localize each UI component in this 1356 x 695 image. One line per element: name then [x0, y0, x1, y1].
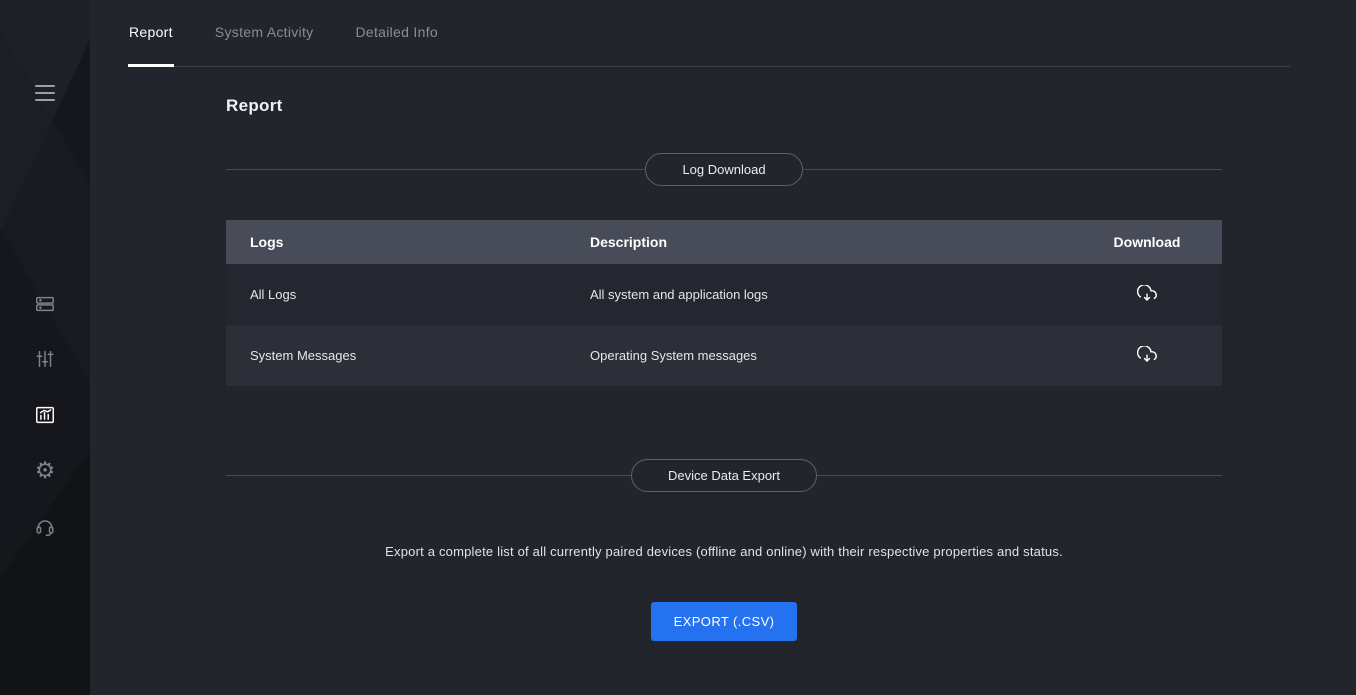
- log-name: System Messages: [250, 348, 590, 363]
- log-name: All Logs: [250, 287, 590, 302]
- log-table-header: Logs Description Download: [226, 220, 1222, 264]
- tab-report[interactable]: Report: [128, 0, 174, 67]
- device-export-section-divider: Device Data Export: [226, 459, 1222, 492]
- content: Report Log Download Logs Description Dow…: [90, 67, 1356, 641]
- log-table: Logs Description Download All Logs All s…: [226, 220, 1222, 386]
- tab-system-activity[interactable]: System Activity: [214, 0, 315, 67]
- headset-icon: [34, 516, 56, 538]
- sidebar-item-reports[interactable]: [23, 398, 67, 432]
- sliders-icon: [34, 348, 56, 370]
- page-title: Report: [226, 96, 1222, 116]
- server-icon: [34, 293, 56, 315]
- export-button-container: EXPORT (.CSV): [226, 602, 1222, 641]
- sidebar-item-settings[interactable]: ⚙: [23, 453, 67, 487]
- hamburger-icon: [35, 85, 55, 101]
- tab-bar: Report System Activity Detailed Info: [128, 0, 1290, 67]
- log-description: All system and application logs: [590, 287, 1072, 302]
- hamburger-menu-button[interactable]: [23, 76, 67, 110]
- export-csv-button[interactable]: EXPORT (.CSV): [651, 602, 798, 641]
- column-header-download: Download: [1072, 234, 1222, 250]
- sidebar: ⚙: [0, 0, 90, 695]
- cloud-download-icon: [1137, 285, 1157, 305]
- sidebar-item-controls[interactable]: [23, 342, 67, 376]
- device-data-export-pill[interactable]: Device Data Export: [631, 459, 817, 492]
- column-header-description: Description: [590, 234, 1072, 250]
- main-area: Report System Activity Detailed Info Rep…: [90, 0, 1356, 695]
- log-download-pill[interactable]: Log Download: [645, 153, 802, 186]
- download-button[interactable]: [1130, 278, 1164, 312]
- table-row: All Logs All system and application logs: [226, 264, 1222, 325]
- log-download-section-divider: Log Download: [226, 153, 1222, 186]
- cloud-download-icon: [1137, 346, 1157, 366]
- gear-icon: ⚙: [35, 459, 56, 482]
- log-description: Operating System messages: [590, 348, 1072, 363]
- tab-detailed-info[interactable]: Detailed Info: [354, 0, 439, 67]
- sidebar-item-devices[interactable]: [23, 287, 67, 321]
- export-description: Export a complete list of all currently …: [226, 544, 1222, 559]
- table-row: System Messages Operating System message…: [226, 325, 1222, 386]
- chart-icon: [34, 404, 56, 426]
- sidebar-item-support[interactable]: [23, 510, 67, 544]
- download-button[interactable]: [1130, 339, 1164, 373]
- column-header-logs: Logs: [250, 234, 590, 250]
